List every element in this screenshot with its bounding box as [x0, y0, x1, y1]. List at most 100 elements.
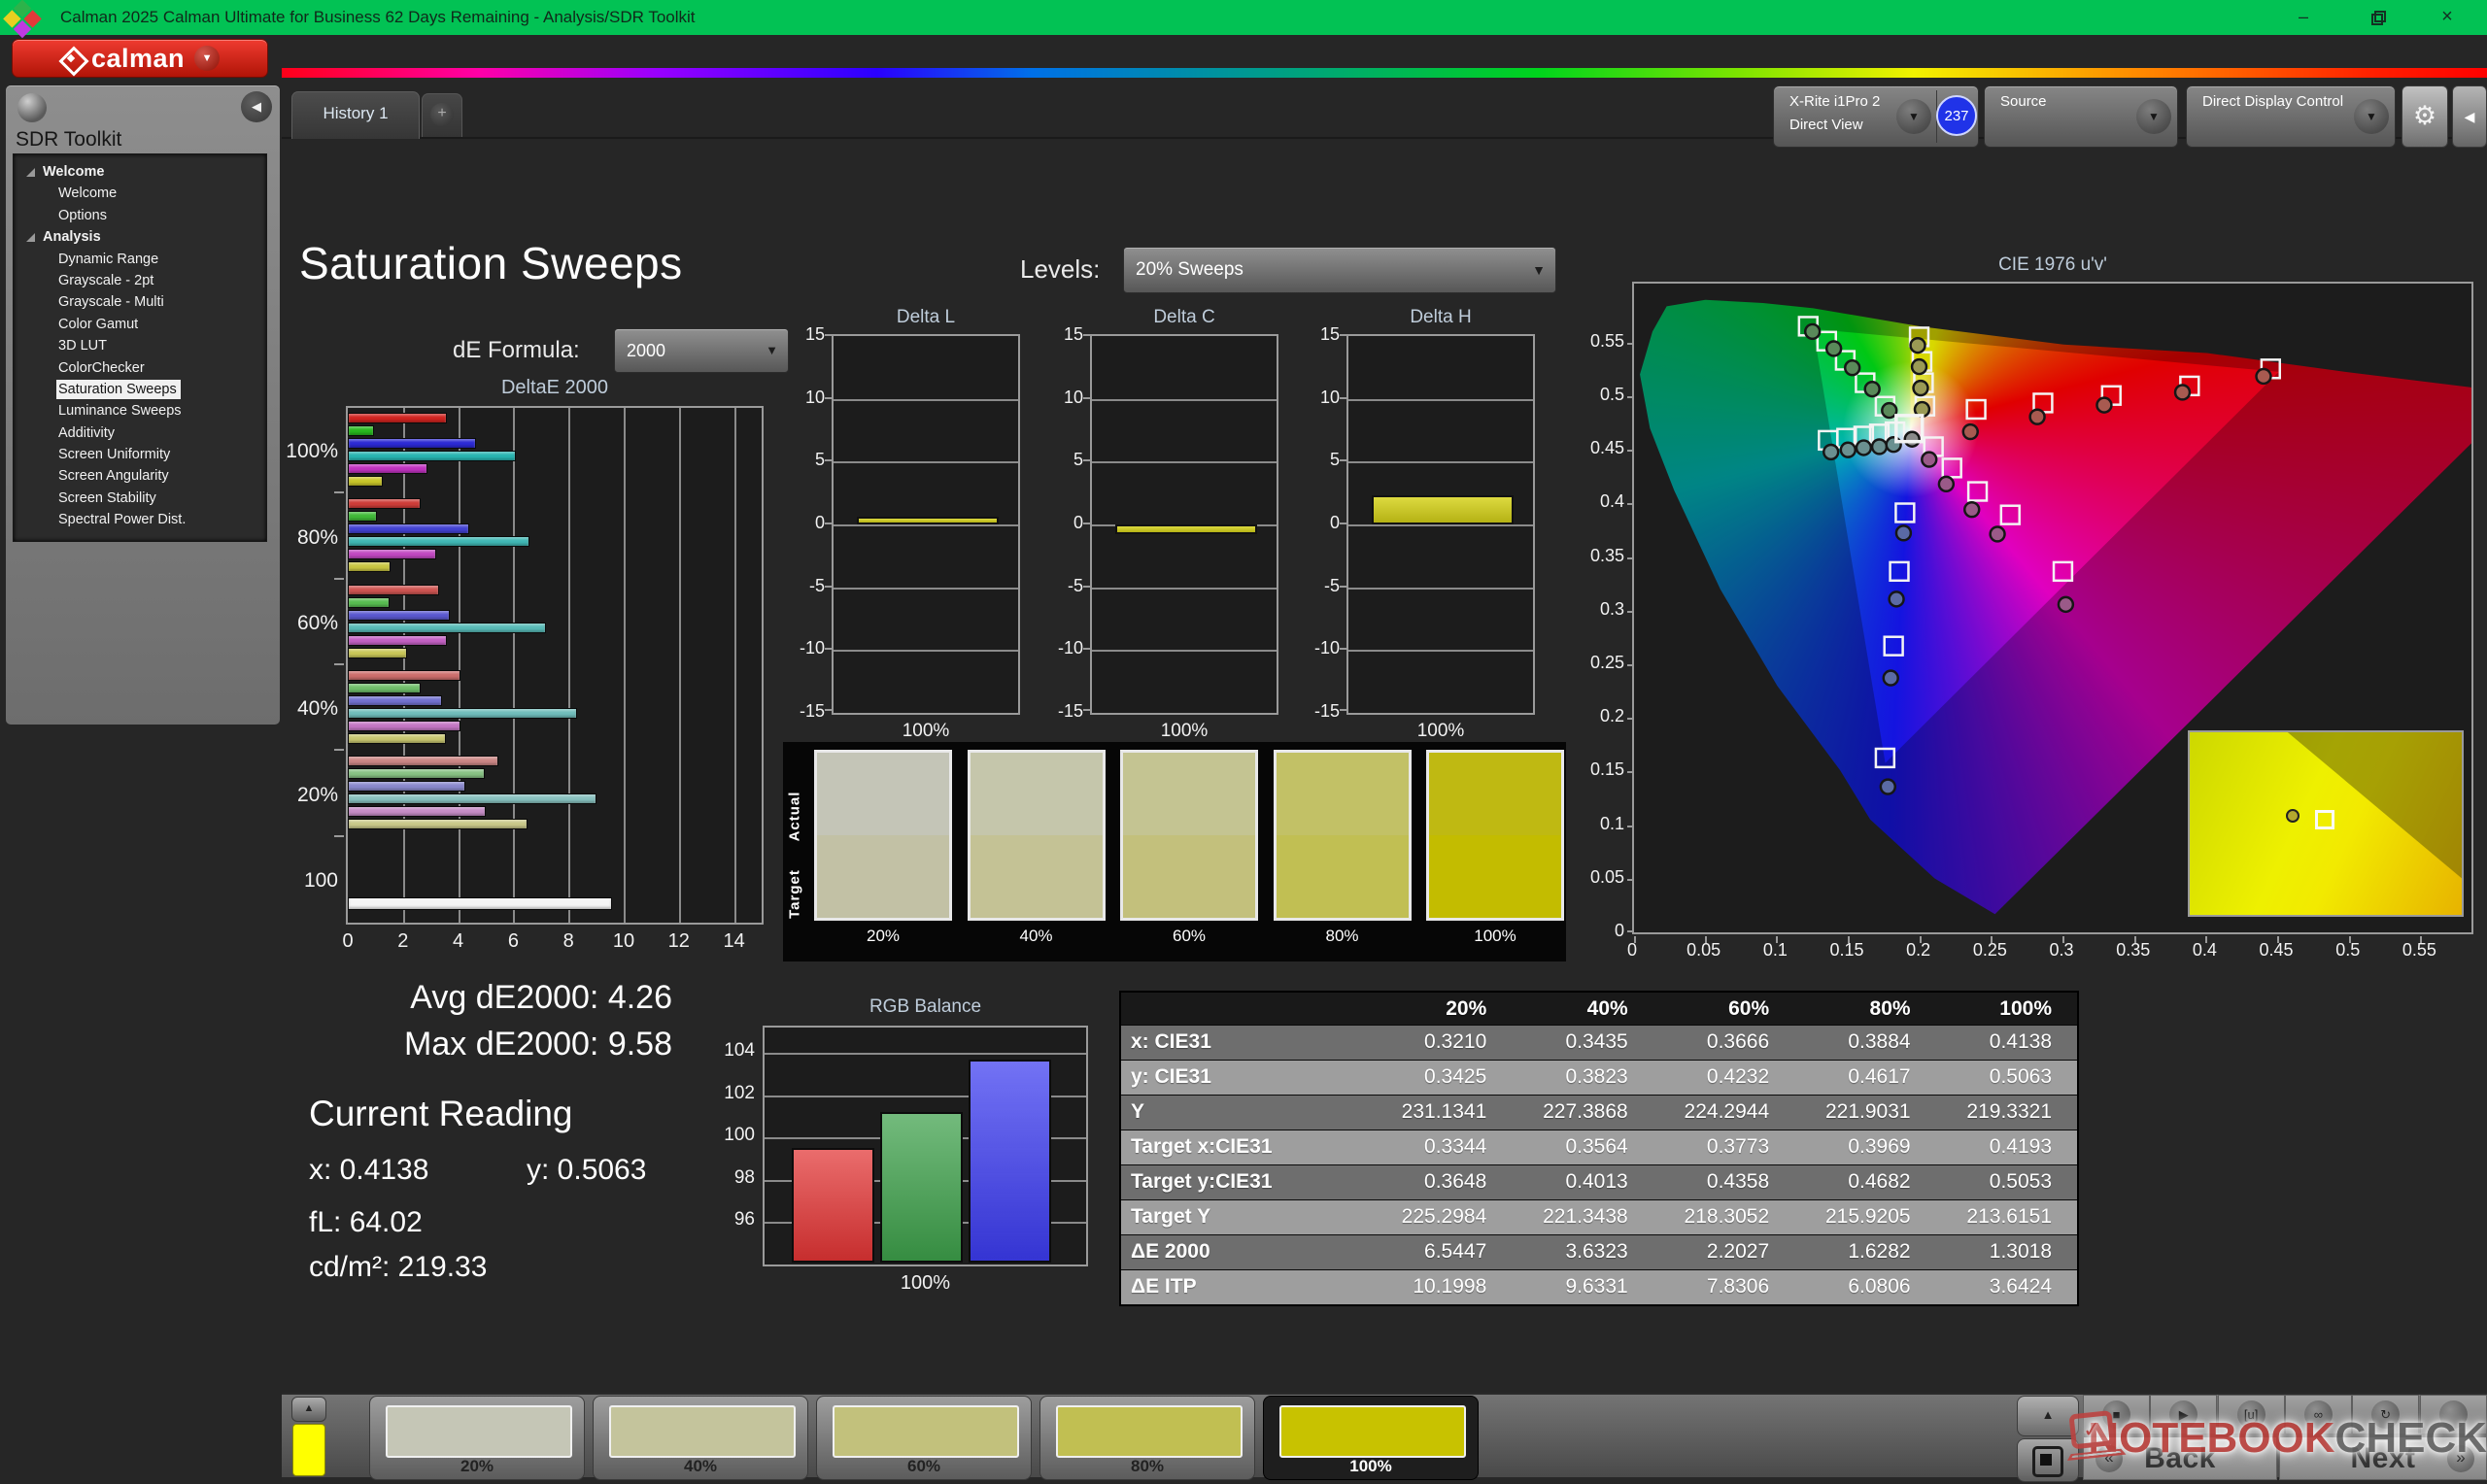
sidebar-item-saturation-sweeps[interactable]: Saturation Sweeps	[14, 379, 266, 400]
minimize-button[interactable]: –	[2279, 0, 2328, 35]
sidebar-item-color-gamut[interactable]: Color Gamut	[14, 314, 266, 335]
sidebar-item-analysis[interactable]: Analysis	[14, 226, 266, 248]
table-cell: 0.4013	[1565, 1170, 1628, 1193]
measured-marker	[1885, 436, 1902, 454]
sidebar-item-welcome[interactable]: Welcome	[14, 183, 266, 204]
deltae-bar-40%-magenta	[348, 721, 461, 731]
deltae-group-label: 80%	[296, 525, 338, 549]
play-button[interactable]: ▶	[2150, 1395, 2218, 1434]
axis-tick-label: 0.05	[1686, 940, 1721, 960]
pattern-button-40%[interactable]: 40%	[593, 1396, 808, 1480]
pattern-label: 60%	[906, 1457, 941, 1475]
measured-marker	[1888, 590, 1905, 608]
delta-c-chart: Delta C 15 10 5 0 -5 -10 -15 100%	[1058, 307, 1278, 741]
table-column-header: 20%	[1446, 997, 1487, 1020]
axis-tick-label: 0.45	[1589, 438, 1624, 458]
measured-marker	[1879, 778, 1896, 795]
axis-tick-label: 0	[814, 513, 825, 532]
table-column-header: 60%	[1728, 997, 1770, 1020]
sidebar-item-colorchecker[interactable]: ColorChecker	[14, 357, 266, 379]
sidebar-item-label: Grayscale - Multi	[58, 294, 164, 311]
measured-marker	[1803, 322, 1822, 341]
sidebar-item-options[interactable]: Options	[14, 205, 266, 226]
levels-select[interactable]: 20% Sweeps ▼	[1123, 247, 1556, 293]
sidebar-item-label: Screen Uniformity	[58, 447, 171, 463]
mini-chart-bar	[1372, 495, 1514, 524]
target-marker	[1894, 502, 1916, 523]
sidebar-header: SDR Toolkit	[16, 128, 122, 151]
tab-history-1[interactable]: History 1	[291, 91, 420, 139]
axis-tick-label: 98	[733, 1166, 755, 1188]
window-pattern-button[interactable]	[2017, 1438, 2079, 1482]
app-icon	[3, 0, 42, 39]
levels-value: 20% Sweeps	[1136, 259, 1244, 280]
meter-name: X-Rite i1Pro 2	[1789, 93, 1881, 110]
swatch-label: 100%	[1474, 927, 1516, 945]
deltae-group-label: 60%	[296, 611, 338, 634]
measured-marker	[1881, 401, 1898, 420]
table-cell: 221.9031	[1824, 1100, 1911, 1123]
calman-menu-button[interactable]: calman ▼	[12, 39, 268, 78]
pattern-button-20%[interactable]: 20%	[369, 1396, 585, 1480]
pattern-button-100%[interactable]: 100%	[1263, 1396, 1479, 1480]
deltae-bar-80%-magenta	[348, 549, 436, 560]
extra-button[interactable]	[2419, 1395, 2487, 1434]
axis-tick-label: 0.4	[1599, 491, 1624, 512]
sidebar-item-dynamic-range[interactable]: Dynamic Range	[14, 249, 266, 270]
table-cell: 3.6323	[1565, 1240, 1628, 1263]
next-button[interactable]: Next »	[2279, 1436, 2487, 1480]
restore-button[interactable]	[2353, 0, 2402, 35]
pattern-button-80%[interactable]: 80%	[1039, 1396, 1255, 1480]
table-cell: 225.2984	[1401, 1205, 1487, 1228]
panel-collapse-button[interactable]: ◀	[2452, 85, 2487, 148]
sidebar-item-welcome[interactable]: Welcome	[14, 161, 266, 183]
sidebar-collapse-button[interactable]: ◀	[241, 91, 272, 122]
actual-row-label: Actual	[786, 791, 803, 842]
pattern-swatch	[1279, 1405, 1466, 1458]
measurement-table: 20% 40% 60% 80% 100% x: CIE31 0.3210 0.3435 0.36…	[1119, 991, 2079, 1306]
measured-marker	[1909, 336, 1926, 354]
pattern-button-60%[interactable]: 60%	[816, 1396, 1032, 1480]
deltae-bar-40%-green	[348, 683, 422, 693]
rgb-bar-blue	[969, 1059, 1051, 1263]
deltae-bar-20%-green	[348, 768, 485, 780]
sidebar-item-3d-lut[interactable]: 3D LUT	[14, 335, 266, 356]
meter-dropdown[interactable]: X-Rite i1Pro 2 Direct View ▼ 237	[1773, 85, 1979, 148]
tree-expand-icon[interactable]	[26, 168, 35, 177]
pattern-panel-expand-button[interactable]: ▲	[291, 1397, 326, 1422]
table-cell: 9.6331	[1565, 1275, 1628, 1298]
extra-icon	[2438, 1400, 2468, 1429]
table-cell: 1.6282	[1848, 1240, 1911, 1263]
deltae-bar-60%-blue	[348, 609, 451, 621]
de-formula-select[interactable]: 2000 ▼	[614, 328, 789, 373]
user-levels-button[interactable]: [u]	[2217, 1395, 2285, 1434]
cie-inset-measured-dot	[2286, 809, 2300, 824]
display-control-status-edge	[2191, 91, 2197, 142]
sidebar-item-grayscale-multi[interactable]: Grayscale - Multi	[14, 291, 266, 313]
settings-button[interactable]: ⚙	[2402, 85, 2448, 148]
meter-count-badge[interactable]: 237	[1936, 95, 1977, 136]
table-cell: 0.3648	[1424, 1170, 1487, 1193]
back-button[interactable]: « Back	[2083, 1436, 2277, 1480]
levels-label: Levels:	[1020, 254, 1101, 284]
loop-button[interactable]: ∞	[2284, 1395, 2352, 1434]
deltae-bar-40%-yellow	[348, 733, 446, 744]
status-orb-icon	[17, 93, 47, 122]
gear-icon: ⚙	[2412, 101, 2437, 130]
close-button[interactable]: ×	[2423, 0, 2471, 35]
sidebar-item-grayscale-2pt[interactable]: Grayscale - 2pt	[14, 270, 266, 291]
refresh-button[interactable]: ↻	[2352, 1395, 2420, 1434]
chevron-up-icon: ▲	[303, 1402, 315, 1414]
quick-pattern-swatch[interactable]	[292, 1424, 325, 1476]
axis-tick-label: 2	[397, 930, 409, 952]
stop-button[interactable]: ■	[2083, 1395, 2150, 1434]
deltae-bar-80%-red	[348, 498, 422, 510]
controls-expand-button[interactable]: ▲	[2017, 1396, 2079, 1436]
display-control-dropdown[interactable]: Direct Display Control ▼	[2186, 85, 2396, 148]
source-dropdown[interactable]: Source ▼	[1984, 85, 2178, 148]
add-tab-button[interactable]: +	[422, 93, 462, 137]
axis-tick-label: 0	[342, 930, 354, 952]
tree-expand-icon[interactable]	[26, 233, 35, 243]
pattern-label: 80%	[1130, 1457, 1165, 1475]
axis-tick-label: 0.25	[1972, 940, 2007, 960]
